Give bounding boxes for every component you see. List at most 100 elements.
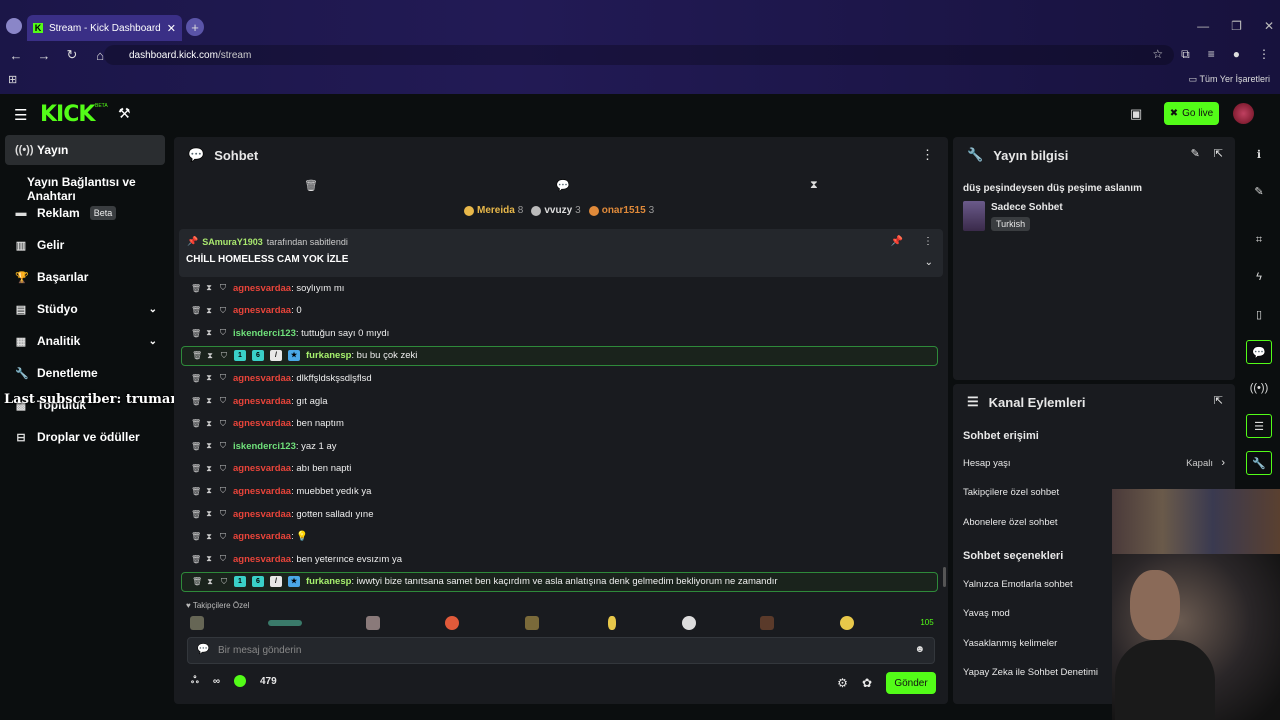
chat-message[interactable]: 🗑 ⧗ ⛉ agnesvardaa: muebbet yedık ya xyxy=(181,481,938,501)
chat-message[interactable]: 🗑 ⧗ ⛉ 1 6 / ★ furkanesp: iwwtyi bize tanıtsana … xyxy=(181,571,938,592)
extensions-icon[interactable]: ⧉ xyxy=(1181,47,1190,62)
emote[interactable] xyxy=(190,616,204,630)
crop-icon[interactable]: ⌗ xyxy=(1246,228,1272,252)
popout-icon[interactable]: ⇱ xyxy=(1214,394,1223,407)
shield-icon[interactable]: ⛉ xyxy=(219,532,227,542)
chat-message[interactable]: 🗑 ⧗ ⛉ iskenderci123: tuttuğun sayı 0 mıydı xyxy=(181,323,938,343)
trash-icon[interactable]: 🗑 xyxy=(191,284,201,293)
timeout-icon[interactable]: ⧗ xyxy=(205,328,213,338)
chat-message[interactable]: 🗑 ⧗ ⛉ agnesvardaa: gıt agla xyxy=(181,391,938,411)
chat-icon[interactable]: 💬 xyxy=(556,179,570,192)
shield-icon[interactable]: ⛉ xyxy=(219,283,227,293)
trash-icon[interactable]: 🗑 xyxy=(191,442,201,451)
trash-icon[interactable]: 🗑 xyxy=(192,351,202,360)
leaderboard-entry[interactable]: Mereida 8 xyxy=(464,205,523,216)
sidebar-item-yayin[interactable]: ((•)) Yayın xyxy=(5,135,165,165)
shield-icon[interactable]: ⛉ xyxy=(219,419,227,429)
chat-input[interactable]: 💬 Bir mesaj gönderin ☻ xyxy=(187,637,935,664)
timeout-icon[interactable]: ⧗ xyxy=(205,373,213,383)
close-window-icon[interactable]: ✕ xyxy=(1264,19,1274,33)
chat-message[interactable]: 🗑 ⧗ ⛉ agnesvardaa: ben naptım xyxy=(181,414,938,434)
trash-icon[interactable]: 🗑 xyxy=(191,555,201,564)
new-tab-icon[interactable]: + xyxy=(186,18,204,36)
emote[interactable] xyxy=(760,616,774,630)
forward-icon[interactable]: → xyxy=(32,48,56,63)
restore-icon[interactable]: ❐ xyxy=(1231,19,1242,33)
emote[interactable]: 105 xyxy=(918,616,936,630)
timeout-icon[interactable]: ⧗ xyxy=(205,554,213,564)
shield-icon[interactable]: ⛉ xyxy=(219,396,227,406)
chat-username[interactable]: agnesvardaa xyxy=(233,486,291,497)
chat-message[interactable]: 🗑 ⧗ ⛉ agnesvardaa: 💡 xyxy=(181,527,938,547)
settings-gear-icon[interactable]: ⚙ xyxy=(837,676,848,690)
close-tab-icon[interactable]: ✕ xyxy=(167,22,176,35)
timeout-icon[interactable]: ⧗ xyxy=(206,577,214,587)
browser-tab[interactable]: K Stream - Kick Dashboard ✕ xyxy=(27,15,182,41)
trash-icon[interactable]: 🗑 xyxy=(191,419,201,428)
chat-username[interactable]: agnesvardaa xyxy=(233,396,291,407)
sidebar-item-denetleme[interactable]: 🔧 Denetleme xyxy=(5,358,165,388)
account-age-row[interactable]: Hesap yaşı Kapalı › xyxy=(963,457,1225,469)
timeout-icon[interactable]: ⧗ xyxy=(206,351,214,361)
unpin-icon[interactable]: 📌 xyxy=(891,236,903,247)
emote-pack-icon[interactable]: ✿ xyxy=(862,676,872,690)
emote[interactable] xyxy=(840,616,854,630)
trash-icon[interactable]: 🗑 xyxy=(191,510,201,519)
apps-icon[interactable]: ⊞ xyxy=(8,73,17,86)
playlist-icon[interactable]: ≡ xyxy=(1208,47,1215,62)
shield-icon[interactable]: ⛉ xyxy=(219,373,227,383)
kebab-menu-icon[interactable]: ⋮ xyxy=(921,147,934,163)
profile-icon[interactable] xyxy=(6,18,22,34)
monitor-icon[interactable]: ▣ xyxy=(1130,106,1142,122)
sidebar-item-analitik[interactable]: ▦ Analitik ⌄ xyxy=(5,326,165,356)
pinned-by-user[interactable]: SAmuraY1903 xyxy=(202,237,263,247)
sidebar-item-gelir[interactable]: ▥ Gelir xyxy=(5,230,165,260)
emoji-icon[interactable]: ☻ xyxy=(914,644,925,655)
chat-username[interactable]: agnesvardaa xyxy=(233,531,291,542)
avatar[interactable] xyxy=(1233,103,1254,124)
pinned-kebab-icon[interactable]: ⋮ xyxy=(923,236,933,247)
chat-message[interactable]: 🗑 ⧗ ⛉ iskenderci123: yaz 1 ay xyxy=(181,436,938,456)
chat-username[interactable]: agnesvardaa xyxy=(233,418,291,429)
chevron-down-icon[interactable]: ⌄ xyxy=(925,257,933,268)
shield-icon[interactable]: ⛉ xyxy=(220,577,228,587)
all-bookmarks[interactable]: ▭ Tüm Yer İşaretleri xyxy=(1189,74,1270,85)
trash-icon[interactable]: 🗑 xyxy=(191,532,201,541)
chat-username[interactable]: agnesvardaa xyxy=(233,554,291,565)
account-icon[interactable]: ● xyxy=(1233,47,1240,62)
chat-message[interactable]: 🗑 ⧗ ⛉ agnesvardaa: abı ben napti xyxy=(181,459,938,479)
chat-message[interactable]: 🗑 ⧗ ⛉ agnesvardaa: gotten salladı yıne xyxy=(181,504,938,524)
document-icon[interactable]: ▯ xyxy=(1246,302,1272,326)
back-icon[interactable]: ← xyxy=(4,48,28,63)
emote[interactable] xyxy=(525,616,539,630)
trash-icon[interactable]: 🗑 xyxy=(191,487,201,496)
chat-message[interactable]: 🗑 ⧗ ⛉ agnesvardaa: soylıyım mı xyxy=(181,278,938,298)
trash-icon[interactable]: 🗑 xyxy=(192,577,202,586)
shield-icon[interactable]: ⛉ xyxy=(219,464,227,474)
timeout-icon[interactable]: ⧗ xyxy=(205,532,213,542)
menu-icon[interactable]: ⋮ xyxy=(1258,47,1270,62)
edit-pencil-icon[interactable]: ✎ xyxy=(1191,147,1200,160)
chat-username[interactable]: iskenderci123 xyxy=(233,328,296,339)
broadcast-icon[interactable]: ((•)) xyxy=(1246,376,1272,400)
trash-icon[interactable]: 🗑 xyxy=(191,464,201,473)
go-live-button[interactable]: ✖ Go live xyxy=(1164,102,1219,125)
emote[interactable] xyxy=(682,616,696,630)
send-button[interactable]: Gönder xyxy=(886,672,936,694)
hourglass-icon[interactable]: ⧗ xyxy=(810,179,818,192)
hammer-icon[interactable]: ⚒ xyxy=(118,105,131,122)
leaderboard-entry[interactable]: onar1515 3 xyxy=(588,205,654,216)
shield-icon[interactable]: ⛉ xyxy=(219,306,227,316)
lightning-icon[interactable]: ϟ xyxy=(1246,265,1272,289)
timeout-icon[interactable]: ⧗ xyxy=(205,306,213,316)
sidebar-item-droplar[interactable]: ⊟ Droplar ve ödüller xyxy=(5,422,165,452)
sidebar-item-basarilar[interactable]: 🏆 Başarılar xyxy=(5,262,165,292)
chat-scrollbar[interactable] xyxy=(943,567,946,587)
chat-message[interactable]: 🗑 ⧗ ⛉ agnesvardaa: ben yeterınce evsızım ya xyxy=(181,549,938,569)
popout-icon[interactable]: ⇱ xyxy=(1214,147,1223,160)
chat-username[interactable]: agnesvardaa xyxy=(233,463,291,474)
trash-icon[interactable]: 🗑 xyxy=(191,329,201,338)
hamburger-icon[interactable]: ☰ xyxy=(14,106,27,124)
shield-icon[interactable]: ⛉ xyxy=(219,509,227,519)
chat-username[interactable]: furkanesp xyxy=(306,576,351,587)
